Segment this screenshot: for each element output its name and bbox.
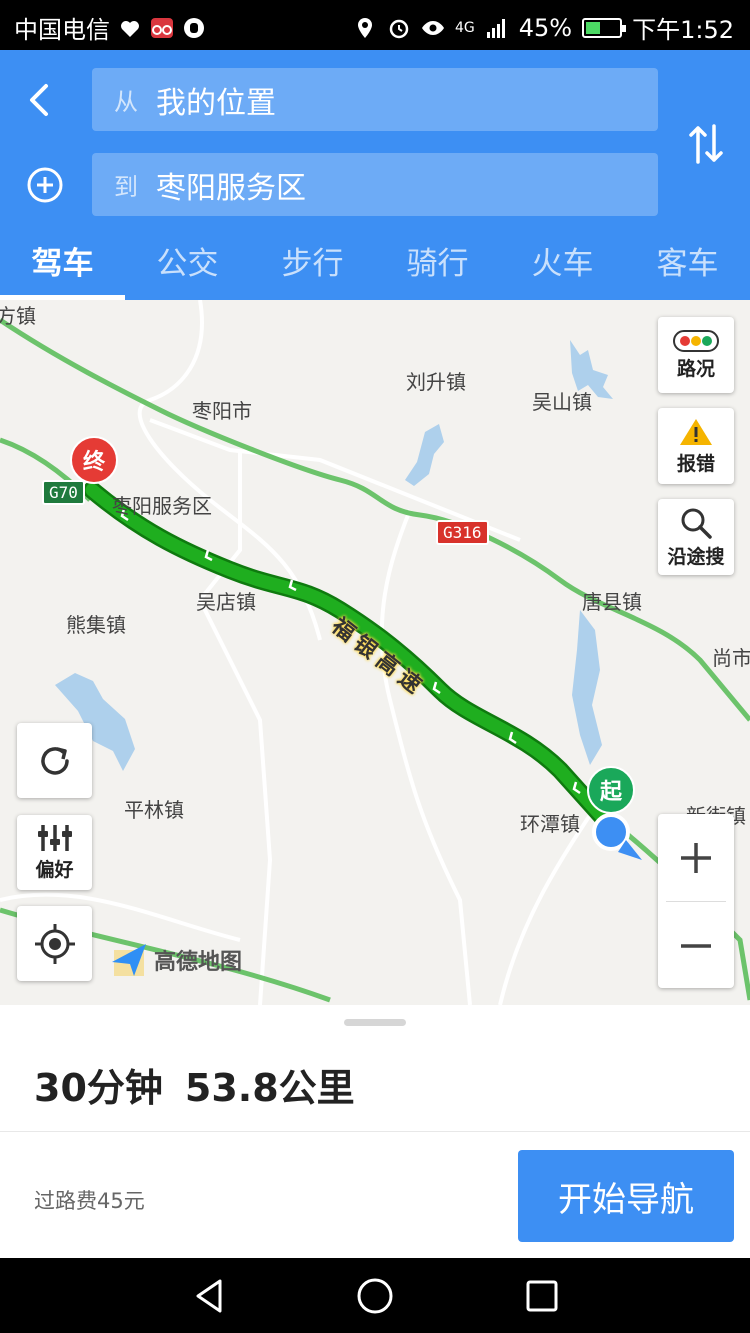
lake <box>572 610 602 765</box>
system-nav-bar <box>0 1258 750 1333</box>
route-duration: 30分钟 <box>34 1066 163 1110</box>
tab-drive[interactable]: 驾车 <box>0 238 125 300</box>
place-label: 刘升镇 <box>406 370 466 394</box>
location-icon <box>357 17 372 38</box>
destination-prefix: 到 <box>114 173 138 201</box>
preference-label: 偏好 <box>35 859 74 881</box>
place-label: 枣阳市 <box>192 399 252 423</box>
panel-divider <box>0 1131 750 1132</box>
place-label: 唐县镇 <box>582 590 642 614</box>
place-label: 吴山镇 <box>532 390 592 414</box>
swap-icon[interactable] <box>686 122 726 166</box>
eye-icon <box>421 20 444 35</box>
carrier-label: 中国电信 <box>14 16 110 44</box>
tab-walk[interactable]: 步行 <box>250 238 375 300</box>
drag-handle[interactable] <box>344 1019 406 1026</box>
traffic-light-icon <box>673 329 719 352</box>
start-pin[interactable]: 起 <box>587 766 635 814</box>
origin-prefix: 从 <box>114 88 138 116</box>
hand-icon <box>184 17 204 38</box>
back-arrow-icon[interactable] <box>22 80 58 120</box>
battery-icon <box>582 17 627 38</box>
heart-rate-icon <box>121 20 139 37</box>
toll-fee: 过路费45元 <box>34 1189 145 1213</box>
place-label: 吴店镇 <box>196 590 256 614</box>
destination-value: 枣阳服务区 <box>156 170 306 206</box>
sliders-icon <box>37 825 72 851</box>
amap-brand-text: 高德地图 <box>154 950 243 975</box>
map-view[interactable]: 方镇 刘升镇 吴山镇 枣阳市 枣阳服务区 吴店镇 唐县镇 熊集镇 尚市 平林镇 … <box>0 300 750 1005</box>
route-summary-panel: 30分钟 53.8公里 过路费45元 开始导航 <box>0 1005 750 1258</box>
clock: 下午1:52 <box>632 16 734 44</box>
start-navigation-button[interactable]: 开始导航 <box>518 1150 734 1242</box>
place-label: 熊集镇 <box>66 613 126 637</box>
lake <box>405 424 444 486</box>
signal-icon <box>486 18 505 38</box>
place-label: 尚市 <box>712 646 750 670</box>
report-error-label: 报错 <box>676 452 715 475</box>
alarm-icon <box>389 19 409 38</box>
amap-logo-icon <box>112 944 146 976</box>
traffic-label: 路况 <box>676 357 715 380</box>
tab-train[interactable]: 火车 <box>500 238 625 300</box>
traffic-button[interactable]: 路况 <box>658 317 734 393</box>
refresh-button[interactable] <box>17 723 92 798</box>
road-shield-g316: G316 <box>436 520 489 545</box>
plus-icon <box>681 842 711 873</box>
search-icon <box>681 508 712 539</box>
tab-ride[interactable]: 骑行 <box>375 238 500 300</box>
locate-button[interactable] <box>17 906 92 981</box>
report-error-button[interactable]: 报错 <box>658 408 734 484</box>
place-label: 平林镇 <box>124 798 184 822</box>
search-along-button[interactable]: 沿途搜 <box>658 499 734 575</box>
recent-apps-icon[interactable] <box>522 1276 562 1316</box>
tab-coach[interactable]: 客车 <box>625 238 750 300</box>
add-waypoint-icon[interactable] <box>26 166 64 204</box>
place-label: 环潭镇 <box>520 812 580 836</box>
status-bar: 中国电信 4G 45% 下午1:52 <box>0 0 750 50</box>
origin-value: 我的位置 <box>156 85 276 121</box>
zoom-in-button[interactable] <box>658 814 734 901</box>
minor-road <box>197 450 273 1005</box>
road-shield-g70: G70 <box>42 480 85 505</box>
home-circle-icon[interactable] <box>355 1276 395 1316</box>
zoom-out-button[interactable] <box>658 902 734 989</box>
amap-logo: 高德地图 <box>110 942 242 978</box>
preference-button[interactable]: 偏好 <box>17 815 92 890</box>
current-location-dot <box>592 813 630 851</box>
back-triangle-icon[interactable] <box>190 1276 230 1316</box>
zoom-controls <box>658 814 734 988</box>
end-pin[interactable]: 终 <box>70 436 118 484</box>
battery-percent: 45% <box>518 13 573 42</box>
refresh-icon <box>40 746 69 775</box>
route-summary: 30分钟 53.8公里 <box>34 1057 355 1112</box>
route-distance: 53.8公里 <box>184 1066 355 1110</box>
origin-field[interactable]: 从 我的位置 <box>92 68 658 131</box>
bike-app-icon <box>151 17 173 38</box>
destination-field[interactable]: 到 枣阳服务区 <box>92 153 658 216</box>
route-header: 从 我的位置 到 枣阳服务区 驾车 公交 步行 骑行 火车 客车 <box>0 50 750 300</box>
transport-tabs: 驾车 公交 步行 骑行 火车 客车 <box>0 238 750 300</box>
tab-bus[interactable]: 公交 <box>125 238 250 300</box>
place-label: 方镇 <box>0 304 36 328</box>
crosshair-icon <box>34 923 75 964</box>
minus-icon <box>681 943 711 948</box>
minor-road <box>379 509 472 1005</box>
warning-icon <box>680 418 712 445</box>
network-label: 4G <box>454 19 475 36</box>
place-label: 枣阳服务区 <box>112 494 212 518</box>
search-along-label: 沿途搜 <box>667 545 725 568</box>
route-line-fill <box>85 483 612 827</box>
